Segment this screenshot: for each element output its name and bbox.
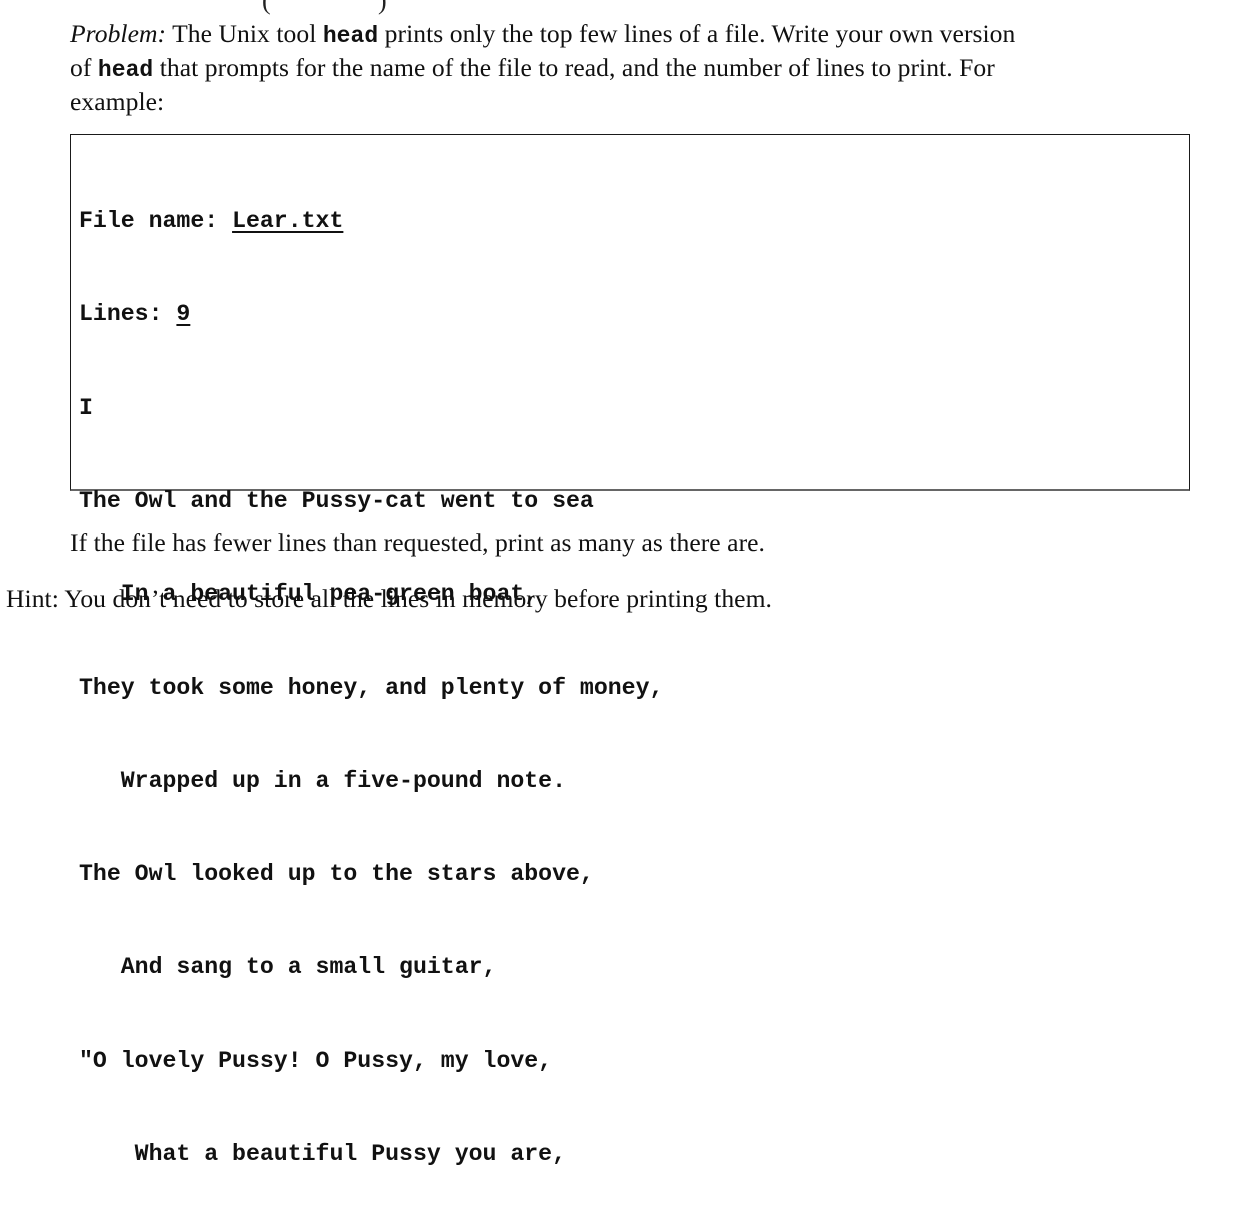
file-name-prompt-line: File name: Lear.txt [79, 206, 663, 237]
example-session: File name: Lear.txt Lines: 9 I The Owl a… [79, 144, 663, 1232]
problem-text: prints only the top few lines of a file.… [378, 19, 1016, 48]
file-name-input-value: Lear.txt [232, 208, 344, 235]
output-line: "O lovely Pussy! O Pussy, my love, [79, 1047, 553, 1074]
problem-statement: Problem: The Unix tool head prints only … [70, 18, 1130, 117]
fewer-lines-note: If the file has fewer lines than request… [70, 528, 766, 557]
open-paren-fragment: ( [262, 0, 271, 15]
problem-text: of [70, 53, 98, 82]
problem-text: example: [70, 87, 165, 116]
output-line: Wrapped up in a five-pound note. [79, 767, 567, 794]
hint-text: Hint: You don’t need to store all the li… [6, 584, 772, 613]
lines-prompt: Lines: [79, 301, 177, 328]
tool-name-code: head [322, 23, 379, 49]
problem-label: Problem: [70, 19, 167, 48]
problem-text: The Unix tool [166, 19, 323, 48]
example-session-box: File name: Lear.txt Lines: 9 I The Owl a… [70, 134, 1190, 1167]
close-paren-fragment: ) [378, 0, 387, 15]
output-line: They took some honey, and plenty of mone… [79, 674, 664, 701]
output-line: What a beautiful Pussy you are, [79, 1141, 567, 1167]
lines-prompt-line: Lines: 9 [79, 299, 663, 330]
output-line: The Owl and the Pussy-cat went to sea [79, 488, 594, 515]
lines-input-value: 9 [176, 301, 191, 328]
tool-name-code: head [97, 57, 154, 83]
output-line: And sang to a small guitar, [79, 954, 497, 981]
problem-text: that prompts for the name of the file to… [153, 53, 995, 82]
output-line: I [79, 394, 93, 421]
file-name-prompt: File name: [79, 208, 233, 235]
output-line: The Owl looked up to the stars above, [79, 861, 594, 888]
